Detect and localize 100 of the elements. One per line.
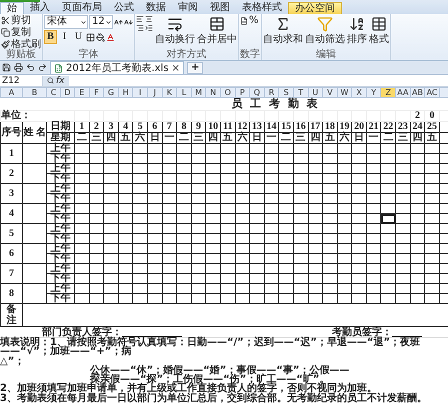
column-header[interactable]: Z [380,88,396,98]
column-header[interactable]: W [337,88,352,98]
ribbon-tab[interactable]: 插入 [24,2,56,14]
ribbon-tab[interactable]: 页面布局 [56,2,108,14]
column-header[interactable]: E [74,88,90,98]
employee-number: 4 [0,204,22,224]
scissors-icon [1,16,10,25]
new-tab-button[interactable]: + [186,62,204,74]
date-cell: 17 [308,122,323,132]
column-header[interactable]: G [104,88,118,98]
column-header[interactable]: V [322,88,338,98]
column-header[interactable]: K [162,88,177,98]
column-header[interactable]: D [60,88,74,98]
column-header[interactable]: I [132,88,148,98]
year-digit: 2 [410,110,425,122]
font-select[interactable]: 宋体 [44,15,88,29]
column-header[interactable]: U [308,88,323,98]
ribbon-tab[interactable]: 审阅 [172,2,204,14]
align-left-icon[interactable] [136,15,144,23]
font-color-icon[interactable] [106,32,115,42]
document-tab[interactable]: 2012年员工考勤表.xls × [50,61,184,74]
indent-icon[interactable] [145,24,153,32]
format-painter-button[interactable]: 格式刷 [1,39,41,50]
weekday-cell: 四 [104,132,118,144]
ribbon-button[interactable]: 格式 [369,15,389,46]
text-style-button[interactable]: I [58,30,71,44]
weekday-cell: 一 [366,132,381,144]
instruction-text: △”； [0,356,26,366]
ribbon-button[interactable]: 排序 [347,15,367,46]
half-day-label: 上午 [46,144,74,154]
column-header[interactable]: S [278,88,294,98]
wrap-text-button[interactable]: 自动换行 [155,15,195,46]
column-header[interactable]: Q [250,88,264,98]
column-header[interactable]: P [235,88,250,98]
half-day-label: 上午 [46,224,74,234]
date-cell: 10 [206,122,220,132]
function-button[interactable]: fx [43,76,68,86]
column-header[interactable]: L [176,88,192,98]
undo-icon[interactable] [26,63,35,72]
weekday-cell: 日 [352,132,366,144]
employee-number: 6 [0,244,22,264]
ribbon-tab[interactable]: 始 [0,2,24,14]
chevron-down-icon [105,18,112,26]
column-header[interactable]: AB [410,88,425,98]
group-label: 字体 [78,50,100,60]
date-cell: 18 [322,122,338,132]
column-header[interactable]: B [22,88,46,98]
grow-font-icon[interactable] [114,18,123,26]
align-right-icon[interactable] [136,24,144,32]
date-cell: 2 [89,122,104,132]
fill-color-icon[interactable] [96,32,105,42]
printer-icon[interactable] [14,63,23,72]
unit-label: 单位： [0,110,74,122]
column-header[interactable]: R [264,88,279,98]
column-header[interactable]: J [147,88,162,98]
close-tab-button[interactable]: × [172,62,180,74]
borders-icon[interactable] [86,32,95,42]
weekday-cell: 六 [132,132,148,144]
column-header[interactable]: Y [366,88,381,98]
ribbon-tab[interactable]: 公式 [108,2,140,14]
column-header[interactable]: O [220,88,236,98]
spreadsheet-icon [54,64,63,72]
weekday-cell: 三 [191,132,206,144]
font-size-select[interactable]: 12 [89,15,113,29]
date-cell: 14 [264,122,279,132]
ribbon-tab[interactable]: 办公空间 [288,2,342,14]
ribbon-tab[interactable]: 视图 [204,2,236,14]
half-day-label: 下午 [46,174,74,184]
cut-button[interactable]: 剪切 [1,15,41,26]
ribbon-tab[interactable]: 数据 [140,2,172,14]
column-header[interactable]: X [352,88,366,98]
weekday-cell: 五 [220,132,236,144]
column-header[interactable]: C [46,88,60,98]
save-icon[interactable] [2,63,11,72]
half-day-label: 上午 [46,204,74,214]
column-header[interactable]: N [206,88,220,98]
merge-center-button[interactable]: 合并居中 [197,15,237,46]
text-style-button[interactable]: U [72,30,85,44]
percent-button[interactable]: % [249,15,259,26]
column-header[interactable]: AC [424,88,440,98]
column-header[interactable]: T [293,88,308,98]
column-header[interactable]: A [0,88,22,98]
ribbon-button[interactable]: 自动筛选 [305,15,345,46]
ribbon-button[interactable]: 自动求和 [263,15,303,46]
name-header: 姓 名 [22,122,46,144]
column-header[interactable]: H [118,88,133,98]
redo-icon[interactable] [38,63,47,72]
column-header[interactable]: AA [396,88,410,98]
text-style-button[interactable]: B [44,30,57,44]
date-cell: 3 [104,122,118,132]
shrink-font-icon[interactable] [124,18,133,26]
copy-button[interactable]: 复制 [1,27,41,38]
chevron-down-icon [80,18,87,26]
date-cell: 8 [176,122,192,132]
align-center-icon[interactable] [145,15,153,23]
column-header[interactable]: F [89,88,104,98]
ribbon-tab[interactable]: 表格样式 [236,2,288,14]
selected-cell[interactable] [380,214,396,224]
weekday-cell: 五 [322,132,338,144]
column-header[interactable]: M [191,88,206,98]
